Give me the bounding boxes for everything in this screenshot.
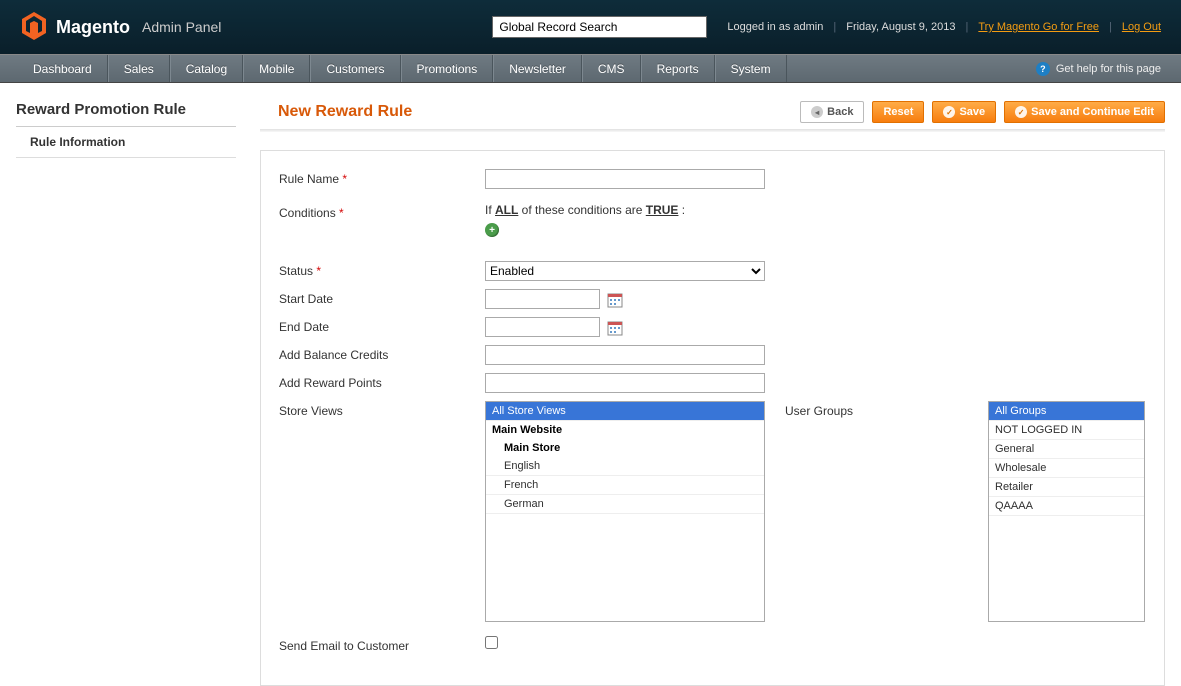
row-conditions: Conditions * If ALL of these conditions … <box>279 203 1146 237</box>
nav-dashboard[interactable]: Dashboard <box>18 55 108 82</box>
logo-icon <box>20 11 48 44</box>
content-container: Reward Promotion Rule Rule Information N… <box>0 83 1181 686</box>
page-header: New Reward Rule ◂ Back Reset ✓ Save ✓ Sa… <box>260 101 1165 123</box>
separator: | <box>833 21 836 33</box>
nav-catalog[interactable]: Catalog <box>170 55 243 82</box>
ug-retailer[interactable]: Retailer <box>989 478 1144 497</box>
try-magento-link[interactable]: Try Magento Go for Free <box>978 21 1099 33</box>
help-label: Get help for this page <box>1056 63 1161 75</box>
save-continue-button[interactable]: ✓ Save and Continue Edit <box>1004 101 1165 123</box>
sv-german[interactable]: German <box>486 495 764 514</box>
logo: Magento Admin Panel <box>20 11 221 44</box>
header-divider <box>260 129 1165 132</box>
header-right: Logged in as admin | Friday, August 9, 2… <box>727 21 1161 33</box>
logo-text: Magento <box>56 17 130 38</box>
user-groups-listbox[interactable]: All Groups NOT LOGGED IN General Wholesa… <box>988 401 1145 622</box>
nav-promotions[interactable]: Promotions <box>401 55 494 82</box>
back-button[interactable]: ◂ Back <box>800 101 864 123</box>
check-icon: ✓ <box>1015 106 1027 118</box>
nav-mobile[interactable]: Mobile <box>243 55 310 82</box>
cond-all-link[interactable]: ALL <box>495 203 518 217</box>
sv-french[interactable]: French <box>486 476 764 495</box>
row-store-views: Store Views All Store Views Main Website… <box>279 401 1146 622</box>
logo-subtitle: Admin Panel <box>142 19 221 35</box>
back-icon: ◂ <box>811 106 823 118</box>
save-label: Save <box>959 106 985 118</box>
calendar-icon[interactable] <box>607 292 623 308</box>
admin-header: Magento Admin Panel Logged in as admin |… <box>0 0 1181 54</box>
row-end-date: End Date <box>279 317 1146 337</box>
nav-help[interactable]: ? Get help for this page <box>1036 55 1181 82</box>
ug-qaaaa[interactable]: QAAAA <box>989 497 1144 516</box>
search-input[interactable] <box>492 16 707 38</box>
label-start-date: Start Date <box>279 289 485 306</box>
reset-button[interactable]: Reset <box>872 101 924 123</box>
nav-reports[interactable]: Reports <box>641 55 715 82</box>
global-search <box>492 16 707 38</box>
label-reward-points: Add Reward Points <box>279 373 485 390</box>
label-status: Status * <box>279 261 485 278</box>
balance-credits-input[interactable] <box>485 345 765 365</box>
ug-not-logged-in[interactable]: NOT LOGGED IN <box>989 421 1144 440</box>
label-end-date: End Date <box>279 317 485 334</box>
separator: | <box>966 21 969 33</box>
label-send-email: Send Email to Customer <box>279 636 485 653</box>
label-user-groups: User Groups <box>775 401 978 622</box>
main-content: New Reward Rule ◂ Back Reset ✓ Save ✓ Sa… <box>260 101 1165 686</box>
nav-sales[interactable]: Sales <box>108 55 170 82</box>
end-date-input[interactable] <box>485 317 600 337</box>
row-start-date: Start Date <box>279 289 1146 309</box>
ug-all-groups[interactable]: All Groups <box>989 402 1144 421</box>
calendar-icon[interactable] <box>607 320 623 336</box>
row-balance-credits: Add Balance Credits <box>279 345 1146 365</box>
back-label: Back <box>827 106 853 118</box>
label-store-views: Store Views <box>279 401 485 418</box>
sidebar-item-rule-info[interactable]: Rule Information <box>16 127 236 158</box>
start-date-input[interactable] <box>485 289 600 309</box>
save-button[interactable]: ✓ Save <box>932 101 996 123</box>
cond-true-link[interactable]: TRUE <box>646 203 679 217</box>
page-title: New Reward Rule <box>260 103 412 121</box>
header-date: Friday, August 9, 2013 <box>846 21 955 33</box>
conditions-text: If ALL of these conditions are TRUE : <box>485 203 685 217</box>
ug-general[interactable]: General <box>989 440 1144 459</box>
rule-name-input[interactable] <box>485 169 765 189</box>
separator: | <box>1109 21 1112 33</box>
row-send-email: Send Email to Customer <box>279 636 1146 653</box>
sv-all-store-views[interactable]: All Store Views <box>486 402 764 421</box>
label-balance-credits: Add Balance Credits <box>279 345 485 362</box>
label-conditions: Conditions * <box>279 203 485 220</box>
nav-newsletter[interactable]: Newsletter <box>493 55 582 82</box>
label-rule-name: Rule Name * <box>279 169 485 186</box>
sv-main-store[interactable]: Main Store <box>486 439 764 457</box>
reward-points-input[interactable] <box>485 373 765 393</box>
send-email-checkbox[interactable] <box>485 636 498 649</box>
logout-link[interactable]: Log Out <box>1122 21 1161 33</box>
sidebar: Reward Promotion Rule Rule Information <box>16 101 236 686</box>
logged-in-text: Logged in as admin <box>727 21 823 33</box>
store-views-listbox[interactable]: All Store Views Main Website Main Store … <box>485 401 765 622</box>
row-rule-name: Rule Name * <box>279 169 1146 189</box>
add-condition-icon[interactable]: + <box>485 223 499 237</box>
save-continue-label: Save and Continue Edit <box>1031 106 1154 118</box>
sv-main-website[interactable]: Main Website <box>486 421 764 439</box>
check-icon: ✓ <box>943 106 955 118</box>
sidebar-title: Reward Promotion Rule <box>16 101 236 127</box>
nav-customers[interactable]: Customers <box>310 55 400 82</box>
ug-wholesale[interactable]: Wholesale <box>989 459 1144 478</box>
status-select[interactable]: Enabled <box>485 261 765 281</box>
action-buttons: ◂ Back Reset ✓ Save ✓ Save and Continue … <box>800 101 1165 123</box>
row-reward-points: Add Reward Points <box>279 373 1146 393</box>
main-nav: Dashboard Sales Catalog Mobile Customers… <box>0 54 1181 83</box>
row-status: Status * Enabled <box>279 261 1146 281</box>
reset-label: Reset <box>883 106 913 118</box>
nav-system[interactable]: System <box>715 55 787 82</box>
form-box: Rule Name * Conditions * If ALL of these… <box>260 150 1165 686</box>
sv-english[interactable]: English <box>486 457 764 476</box>
nav-cms[interactable]: CMS <box>582 55 641 82</box>
help-icon: ? <box>1036 62 1050 76</box>
